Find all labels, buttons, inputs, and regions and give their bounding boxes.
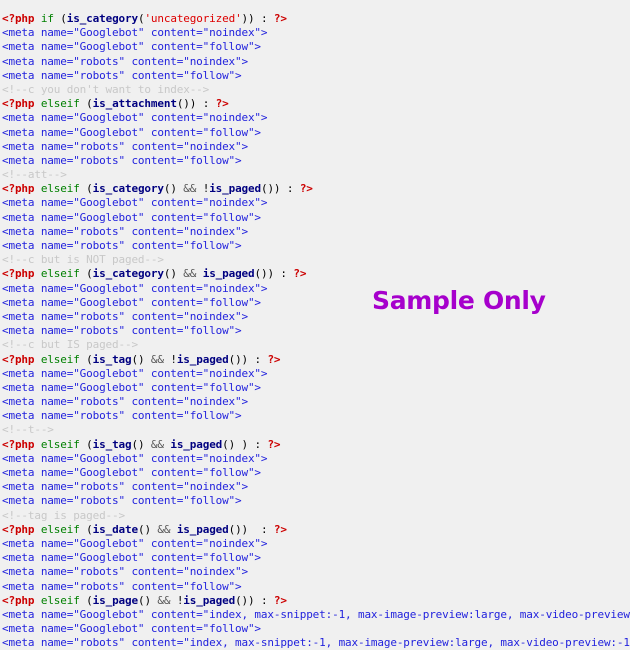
code-line: <meta name="robots" content="follow"> [2, 153, 242, 167]
code-line: <?php elseif (is_date() && is_paged()) :… [2, 522, 287, 536]
code-line: <meta name="robots" content="follow"> [2, 239, 242, 252]
code-line: <meta name="robots" content="follow"> [2, 494, 242, 508]
code-line: <?php elseif (is_tag() && is_paged() ) :… [2, 437, 281, 451]
code-line: <?php elseif (is_page() && !is_paged()) … [2, 593, 287, 607]
code-line: <meta name="Googlebot" content="index, m… [2, 607, 630, 621]
code-line: <meta name="Googlebot" content="follow"> [2, 40, 261, 54]
code-line: <meta name="Googlebot" content="follow"> [2, 551, 261, 565]
code-line: <meta name="Googlebot" content="noindex"… [2, 111, 268, 125]
code-line: <meta name="Googlebot" content="follow"> [2, 466, 261, 479]
code-line: <meta name="Googlebot" content="follow"> [2, 210, 261, 224]
code-line: <meta name="robots" content="follow"> [2, 324, 242, 338]
code-line: <!--t--> [2, 423, 54, 437]
code-line: <meta name="Googlebot" content="noindex"… [2, 366, 268, 380]
code-line: <meta name="Googlebot" content="noindex"… [2, 451, 268, 465]
code-line: <?php elseif (is_category() && !is_paged… [2, 182, 313, 196]
code-line: <!--c you don't want to index--> [2, 82, 210, 96]
code-line: <meta name="robots" content="index, max-… [2, 636, 630, 650]
code-listing-page: <?php if (is_category('uncategorized')) … [0, 0, 630, 650]
code-line: <meta name="Googlebot" content="follow"> [2, 622, 261, 636]
sample-only-watermark: Sample Only [372, 286, 546, 315]
code-line: <!--att--> [2, 168, 67, 182]
code-line: <?php elseif (is_attachment()) : ?> [2, 97, 229, 111]
code-line: <meta name="robots" content="noindex"> [2, 224, 248, 238]
code-line: <meta name="Googlebot" content="follow"> [2, 380, 261, 394]
code-line: <meta name="robots" content="noindex"> [2, 395, 248, 409]
code-line: <meta name="Googlebot" content="noindex"… [2, 26, 268, 40]
code-line: <meta name="robots" content="follow"> [2, 68, 242, 82]
code-line: <meta name="robots" content="follow"> [2, 409, 242, 423]
code-line: <meta name="robots" content="noindex"> [2, 480, 248, 494]
code-line: <meta name="robots" content="follow"> [2, 579, 242, 593]
code-line: <meta name="Googlebot" content="noindex"… [2, 196, 268, 210]
code-line: <!--c but IS paged--> [2, 338, 138, 352]
code-line: <!--c but is NOT paged--> [2, 253, 164, 267]
code-line: <meta name="robots" content="noindex"> [2, 139, 248, 153]
code-line: <!--tag is paged--> [2, 508, 125, 522]
code-line: <meta name="Googlebot" content="noindex"… [2, 536, 268, 550]
code-line: <?php if (is_category('uncategorized')) … [2, 12, 287, 25]
code-line: <meta name="robots" content="noindex"> [2, 54, 248, 68]
code-line: <meta name="Googlebot" content="follow"> [2, 125, 261, 139]
code-line: <?php elseif (is_category() && is_paged(… [2, 267, 307, 281]
code-line: <?php elseif (is_tag() && !is_paged()) :… [2, 352, 281, 366]
code-line: <meta name="robots" content="noindex"> [2, 565, 248, 579]
code-block: <?php if (is_category('uncategorized')) … [0, 11, 630, 650]
